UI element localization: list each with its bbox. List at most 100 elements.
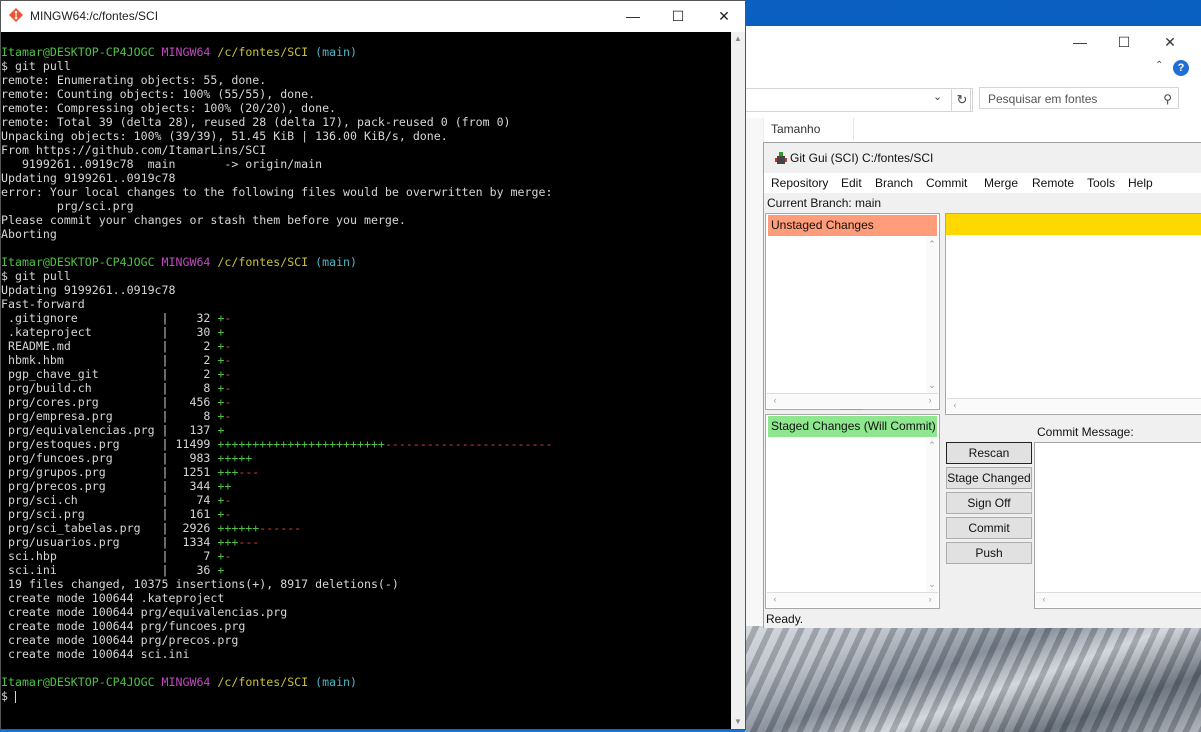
- menu-commit[interactable]: Commit: [926, 176, 967, 190]
- diff-view-pane[interactable]: ‹: [945, 213, 1201, 415]
- scroll-down-icon[interactable]: ⌄: [926, 380, 938, 391]
- terminal-text: hbmk.hbm | 2: [1, 353, 218, 367]
- unstaged-changes-pane[interactable]: Unstaged Changes ⌃ ⌄ ‹ ›: [765, 213, 940, 410]
- navigation-pane: [745, 118, 764, 626]
- terminal-text: README.md | 2: [1, 339, 218, 353]
- terminal-text: $: [1, 689, 15, 703]
- terminal-text: create mode 100644 prg/equivalencias.prg: [1, 605, 288, 619]
- scroll-up-icon[interactable]: ⌃: [926, 239, 938, 250]
- close-icon[interactable]: ✕: [1155, 32, 1185, 52]
- menu-merge[interactable]: Merge: [984, 176, 1018, 190]
- commit-button[interactable]: Commit: [946, 517, 1032, 539]
- help-icon[interactable]: ?: [1173, 60, 1189, 76]
- search-input[interactable]: Pesquisar em fontes ⚲: [979, 87, 1179, 109]
- terminal-line: prg/precos.prg | 344 ++: [1, 479, 731, 493]
- terminal-text: prg/usuarios.prg | 1334: [1, 535, 218, 549]
- maximize-icon[interactable]: ☐: [1109, 32, 1139, 52]
- horizontal-scrollbar[interactable]: ‹: [947, 398, 1201, 413]
- sign-off-button[interactable]: Sign Off: [946, 492, 1032, 514]
- menu-edit[interactable]: Edit: [841, 176, 862, 190]
- terminal-line: .gitignore | 32 +-: [1, 311, 731, 325]
- terminal-window[interactable]: MINGW64:/c/fontes/SCI — ☐ ✕ Itamar@DESKT…: [0, 0, 746, 730]
- staged-changes-pane[interactable]: Staged Changes (Will Commit) ⌃ ⌄ ‹ ›: [765, 414, 940, 609]
- terminal-text: prg/grupos.prg | 1251: [1, 465, 218, 479]
- scroll-down-icon[interactable]: ⌄: [926, 579, 938, 590]
- unstaged-changes-header: Unstaged Changes: [768, 215, 937, 236]
- stage-changed-button[interactable]: Stage Changed: [946, 467, 1032, 489]
- terminal-text: sci.hbp | 7: [1, 549, 218, 563]
- horizontal-scrollbar[interactable]: ‹: [1036, 592, 1201, 607]
- scroll-right-icon[interactable]: ›: [924, 594, 936, 604]
- terminal-text: -: [224, 549, 232, 563]
- terminal-text: Updating 9199261..0919c78: [1, 171, 176, 185]
- terminal-text: prg/sci.ch | 74: [1, 493, 218, 507]
- terminal-text: ------: [259, 521, 302, 535]
- terminal-text: -: [224, 395, 232, 409]
- scroll-left-icon[interactable]: ‹: [949, 400, 961, 410]
- horizontal-scrollbar[interactable]: ‹ ›: [767, 393, 938, 408]
- terminal-line: create mode 100644 sci.ini: [1, 647, 731, 661]
- terminal-line: Aborting: [1, 227, 731, 241]
- scroll-down-icon[interactable]: ▼: [731, 715, 745, 729]
- terminal-text: Updating 9199261..0919c78: [1, 283, 176, 297]
- terminal-text: prg/precos.prg | 344: [1, 479, 218, 493]
- terminal-text: 9199261..0919c78 main -> origin/main: [1, 157, 323, 171]
- menu-remote[interactable]: Remote: [1032, 176, 1074, 190]
- horizontal-scrollbar[interactable]: ‹ ›: [767, 592, 938, 607]
- terminal-line: prg/empresa.prg | 8 +-: [1, 409, 731, 423]
- terminal-titlebar: MINGW64:/c/fontes/SCI — ☐ ✕: [1, 1, 745, 32]
- terminal-output[interactable]: Itamar@DESKTOP-CP4JOGC MINGW64 /c/fontes…: [1, 45, 731, 725]
- terminal-line: Itamar@DESKTOP-CP4JOGC MINGW64 /c/fontes…: [1, 255, 731, 269]
- scroll-left-icon[interactable]: ‹: [1038, 594, 1050, 604]
- scroll-up-icon[interactable]: ⌃: [926, 440, 938, 451]
- terminal-line: hbmk.hbm | 2 +-: [1, 353, 731, 367]
- rescan-button[interactable]: Rescan: [946, 442, 1032, 464]
- commit-message-input[interactable]: ‹: [1034, 442, 1201, 609]
- terminal-text: ++++++: [217, 521, 260, 535]
- terminal-text: -: [224, 311, 232, 325]
- terminal-line: Unpacking objects: 100% (39/39), 51.45 K…: [1, 129, 731, 143]
- terminal-line: prg/equivalencias.prg | 137 +: [1, 423, 731, 437]
- terminal-text: remote: Total 39 (delta 28), reused 28 (…: [1, 115, 511, 129]
- minimize-icon[interactable]: —: [1065, 32, 1095, 52]
- menu-help[interactable]: Help: [1128, 176, 1153, 190]
- terminal-text: ------------------------: [384, 437, 553, 451]
- minimize-icon[interactable]: —: [618, 6, 648, 26]
- terminal-text: -: [224, 493, 232, 507]
- terminal-text: -: [224, 507, 232, 521]
- column-header-size[interactable]: Tamanho: [763, 118, 854, 140]
- terminal-text: remote: Compressing objects: 100% (20/20…: [1, 101, 337, 115]
- scroll-left-icon[interactable]: ‹: [769, 395, 781, 405]
- terminal-line: prg/sci.prg: [1, 199, 731, 213]
- push-button[interactable]: Push: [946, 542, 1032, 564]
- vertical-scrollbar[interactable]: ⌃ ⌄: [926, 438, 938, 592]
- terminal-line: remote: Enumerating objects: 55, done.: [1, 73, 731, 87]
- menu-tools[interactable]: Tools: [1087, 176, 1115, 190]
- vertical-scrollbar[interactable]: ⌃ ⌄: [926, 237, 938, 393]
- menu-repository[interactable]: Repository: [771, 176, 828, 190]
- terminal-scrollbar[interactable]: ▲ ▼: [731, 32, 745, 729]
- terminal-text: ---: [238, 465, 260, 479]
- scroll-right-icon[interactable]: ›: [924, 395, 936, 405]
- terminal-text: +: [217, 563, 225, 577]
- terminal-text: (main): [315, 45, 358, 59]
- scroll-up-icon[interactable]: ▲: [731, 32, 745, 46]
- close-icon[interactable]: ✕: [709, 6, 739, 26]
- terminal-text: +: [217, 423, 225, 437]
- terminal-text: create mode 100644 prg/precos.prg: [1, 633, 239, 647]
- terminal-text: remote: Enumerating objects: 55, done.: [1, 73, 267, 87]
- terminal-text: +++: [217, 535, 239, 549]
- chevron-down-icon[interactable]: ⌄: [933, 90, 942, 103]
- scroll-left-icon[interactable]: ‹: [769, 594, 781, 604]
- terminal-text: /c/fontes/SCI: [217, 255, 309, 269]
- terminal-line: prg/build.ch | 8 +-: [1, 381, 731, 395]
- git-gui-window[interactable]: Git Gui (SCI) C:/fontes/SCI Repository E…: [763, 142, 1201, 628]
- menu-branch[interactable]: Branch: [875, 176, 913, 190]
- terminal-text: prg/equivalencias.prg | 137: [1, 423, 218, 437]
- maximize-icon[interactable]: ☐: [663, 6, 693, 26]
- refresh-icon[interactable]: ↻: [951, 88, 973, 112]
- terminal-text: prg/build.ch | 8: [1, 381, 218, 395]
- chevron-up-icon[interactable]: ⌃: [1155, 60, 1163, 71]
